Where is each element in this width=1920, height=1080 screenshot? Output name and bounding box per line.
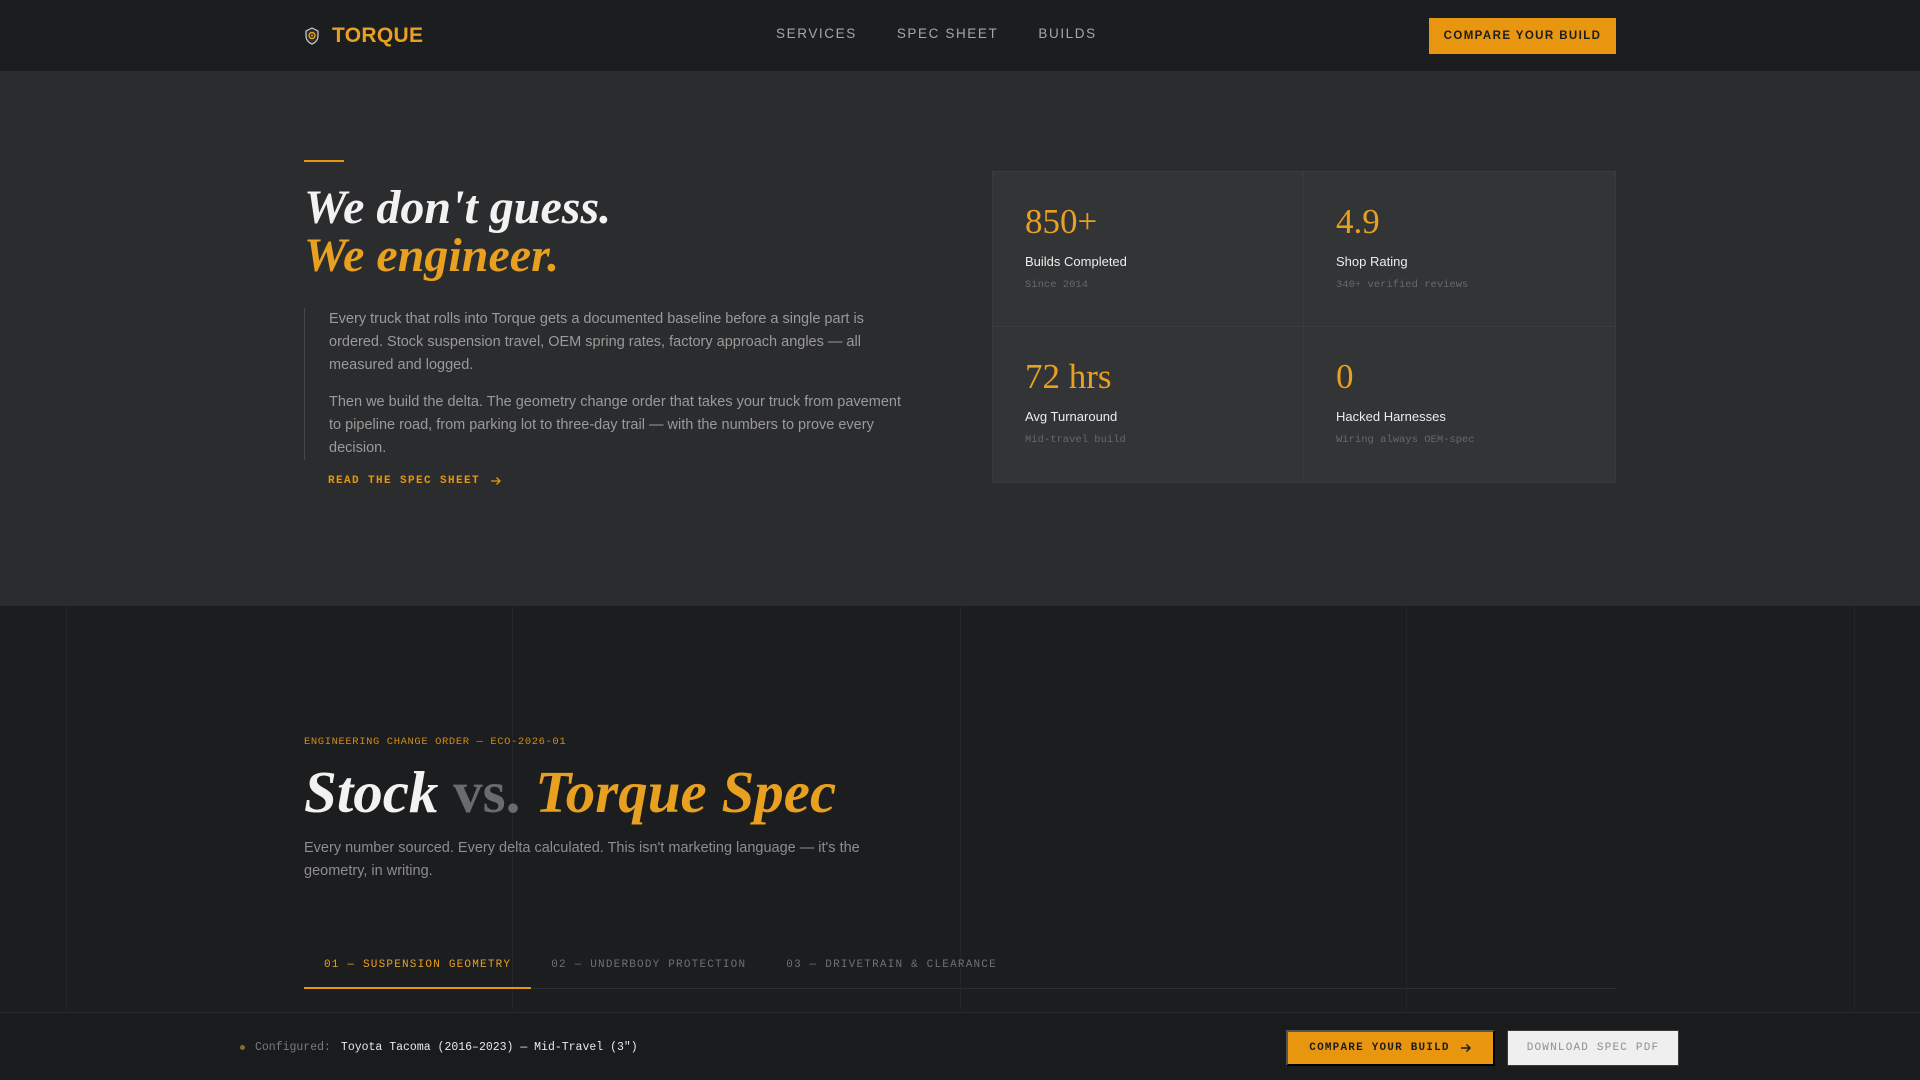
stat-sub: 340+ verified reviews <box>1336 279 1469 291</box>
arrow-right-icon <box>1460 1043 1471 1053</box>
stat-value: 4.9 <box>1336 202 1380 241</box>
hero-body: Every truck that rolls into Torque gets … <box>304 308 904 460</box>
nav-link-spec-sheet[interactable]: SPEC SHEET <box>897 26 999 41</box>
tab-suspension-geometry[interactable]: 01 — SUSPENSION GEOMETRY <box>304 950 532 989</box>
stat-label: Avg Turnaround <box>1025 409 1118 424</box>
spec-tabs: 01 — SUSPENSION GEOMETRY 02 — UNDERBODY … <box>304 950 1616 989</box>
status-dot <box>240 1045 245 1050</box>
hero-paragraph: Every truck that rolls into Torque gets … <box>329 311 864 373</box>
download-spec-pdf-button[interactable]: DOWNLOAD SPEC PDF <box>1507 1030 1679 1066</box>
eco-title: Stock vs. Torque Spec <box>304 758 836 826</box>
arrow-right-icon <box>491 477 501 485</box>
tab-underbody-protection[interactable]: 02 — UNDERBODY PROTECTION <box>531 950 766 989</box>
stat-value: 850+ <box>1025 202 1098 241</box>
hero-title: We don't guess. We engineer. <box>304 184 611 280</box>
stat-sub: Wiring always OEM-spec <box>1336 434 1475 446</box>
eco-label: ENGINEERING CHANGE ORDER — ECO-2026-01 <box>304 736 567 748</box>
nav-link-builds[interactable]: BUILDS <box>1038 26 1096 41</box>
eco-description: Every number sourced. Every delta calcul… <box>304 840 860 879</box>
compare-build-label: COMPARE YOUR BUILD <box>1309 1042 1450 1054</box>
stat-label: Hacked Harnesses <box>1336 409 1446 424</box>
hero-paragraph: Then we build the delta. The geometry ch… <box>329 394 901 456</box>
compare-build-button[interactable]: COMPARE YOUR BUILD <box>1429 18 1616 54</box>
stat-sub: Since 2014 <box>1025 279 1089 291</box>
shield-gear-icon <box>305 27 319 45</box>
stat-label: Shop Rating <box>1336 254 1408 269</box>
eco-title-vs: vs. <box>453 759 521 825</box>
stat-value: 72 hrs <box>1025 357 1112 396</box>
config-value: Toyota Tacoma (2016–2023) — Mid-Travel (… <box>340 1041 638 1054</box>
stat-value: 0 <box>1336 357 1354 396</box>
nav-links: SERVICES SPEC SHEET BUILDS <box>776 26 1097 41</box>
stat-card: 72 hrs Avg Turnaround Mid-travel build <box>993 327 1304 482</box>
brand-name: TORQUE <box>332 24 424 47</box>
stat-sub: Mid-travel build <box>1025 434 1126 446</box>
stat-card: 4.9 Shop Rating 340+ verified reviews <box>1304 172 1615 327</box>
stat-card: 0 Hacked Harnesses Wiring always OEM-spe… <box>1304 327 1615 482</box>
hero-title-line2: We engineer. <box>304 229 560 282</box>
stats-grid: 850+ Builds Completed Since 2014 4.9 Sho… <box>992 171 1616 483</box>
config-summary: Configured: Toyota Tacoma (2016–2023) — … <box>240 1041 638 1054</box>
stat-card: 850+ Builds Completed Since 2014 <box>993 172 1304 327</box>
eco-title-stock: Stock <box>304 759 439 825</box>
hero-title-line1: We don't guess. <box>304 181 612 234</box>
top-nav: TORQUE SERVICES SPEC SHEET BUILDS COMPAR… <box>0 0 1920 72</box>
accent-rule <box>304 160 344 162</box>
tab-drivetrain-clearance[interactable]: 03 — DRIVETRAIN & CLEARANCE <box>766 950 1017 989</box>
read-spec-sheet-label: READ THE SPEC SHEET <box>328 475 481 487</box>
grid-line <box>66 606 67 1010</box>
hero-section: We don't guess. We engineer. Every truck… <box>0 72 1920 606</box>
stat-label: Builds Completed <box>1025 254 1127 269</box>
brand-logo[interactable]: TORQUE <box>302 22 423 50</box>
config-key: Configured: <box>255 1041 331 1054</box>
sticky-config-bar: Configured: Toyota Tacoma (2016–2023) — … <box>0 1012 1920 1080</box>
eco-title-spec: Torque Spec <box>535 759 837 825</box>
read-spec-sheet-link[interactable]: READ THE SPEC SHEET <box>328 475 502 487</box>
nav-link-services[interactable]: SERVICES <box>776 26 857 41</box>
grid-line <box>1854 606 1855 1010</box>
compare-build-button-bottom[interactable]: COMPARE YOUR BUILD <box>1286 1030 1495 1066</box>
